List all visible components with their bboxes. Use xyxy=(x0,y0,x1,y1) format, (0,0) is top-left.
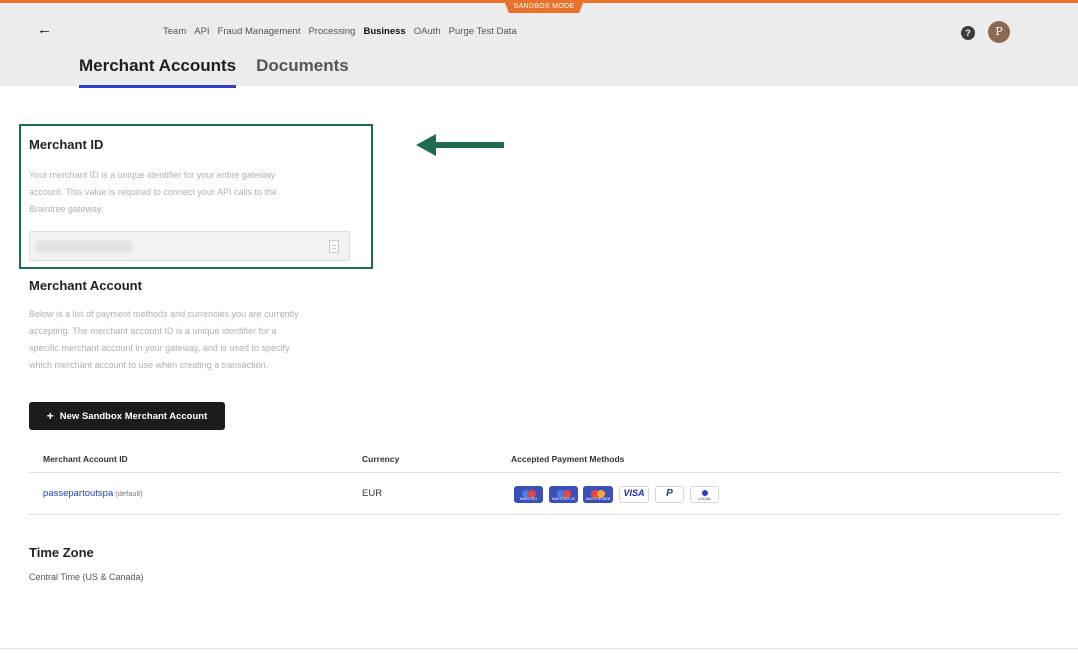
time-zone-value: Central Time (US & Canada) xyxy=(29,572,144,582)
page-tabs: Merchant Accounts Documents xyxy=(79,56,369,88)
merchant-account-link[interactable]: passepartoutspa (default) xyxy=(43,488,143,499)
default-label: (default) xyxy=(115,489,143,498)
merchant-id-value xyxy=(36,241,132,253)
nav-team[interactable]: Team xyxy=(163,26,186,37)
table-divider xyxy=(29,472,1060,473)
mastercard-icon: MASTERCARD xyxy=(583,486,613,503)
copy-icon[interactable] xyxy=(329,240,339,253)
nav-purge-test-data[interactable]: Purge Test Data xyxy=(449,26,517,37)
local-payment-icon: LOCAL xyxy=(690,486,719,503)
nav-oauth[interactable]: OAuth xyxy=(414,26,441,37)
footer-divider xyxy=(0,648,1078,649)
nav-api[interactable]: API xyxy=(194,26,209,37)
avatar[interactable]: P xyxy=(988,21,1010,43)
nav-fraud-management[interactable]: Fraud Management xyxy=(218,26,301,37)
plus-icon: + xyxy=(46,409,54,423)
new-sandbox-merchant-account-button[interactable]: + New Sandbox Merchant Account xyxy=(29,402,225,430)
table-divider xyxy=(29,514,1060,515)
nav-processing[interactable]: Processing xyxy=(308,26,355,37)
tab-documents[interactable]: Documents xyxy=(256,56,349,88)
maestro-uk-icon: MAESTRO UK xyxy=(549,486,578,503)
paypal-icon: P xyxy=(655,486,684,503)
column-header-accepted-payment-methods: Accepted Payment Methods xyxy=(511,454,625,464)
sandbox-mode-badge: SANDBOX MODE xyxy=(504,0,584,13)
merchant-id-description: Your merchant ID is a unique identifier … xyxy=(29,170,277,214)
maestro-icon: MAESTRO xyxy=(514,486,543,503)
column-header-currency: Currency xyxy=(362,454,400,464)
visa-icon: VISA xyxy=(619,486,649,503)
merchant-id-field[interactable] xyxy=(29,231,350,261)
time-zone-title: Time Zone xyxy=(29,545,94,560)
tab-merchant-accounts[interactable]: Merchant Accounts xyxy=(79,56,237,88)
help-icon[interactable]: ? xyxy=(961,26,975,40)
merchant-account-title: Merchant Account xyxy=(29,278,142,293)
top-nav: Team API Fraud Management Processing Bus… xyxy=(163,26,525,37)
merchant-id-title: Merchant ID xyxy=(29,137,104,152)
merchant-account-description: Below is a list of payment methods and c… xyxy=(29,309,299,370)
arrow-left-icon xyxy=(416,134,504,156)
nav-business[interactable]: Business xyxy=(363,26,405,37)
column-header-merchant-account-id: Merchant Account ID xyxy=(43,454,128,464)
arrow-left-icon[interactable]: ← xyxy=(37,22,52,37)
top-navigation-bar: SANDBOX MODE ← Team API Fraud Management… xyxy=(0,0,1078,88)
currency-value: EUR xyxy=(362,488,383,499)
